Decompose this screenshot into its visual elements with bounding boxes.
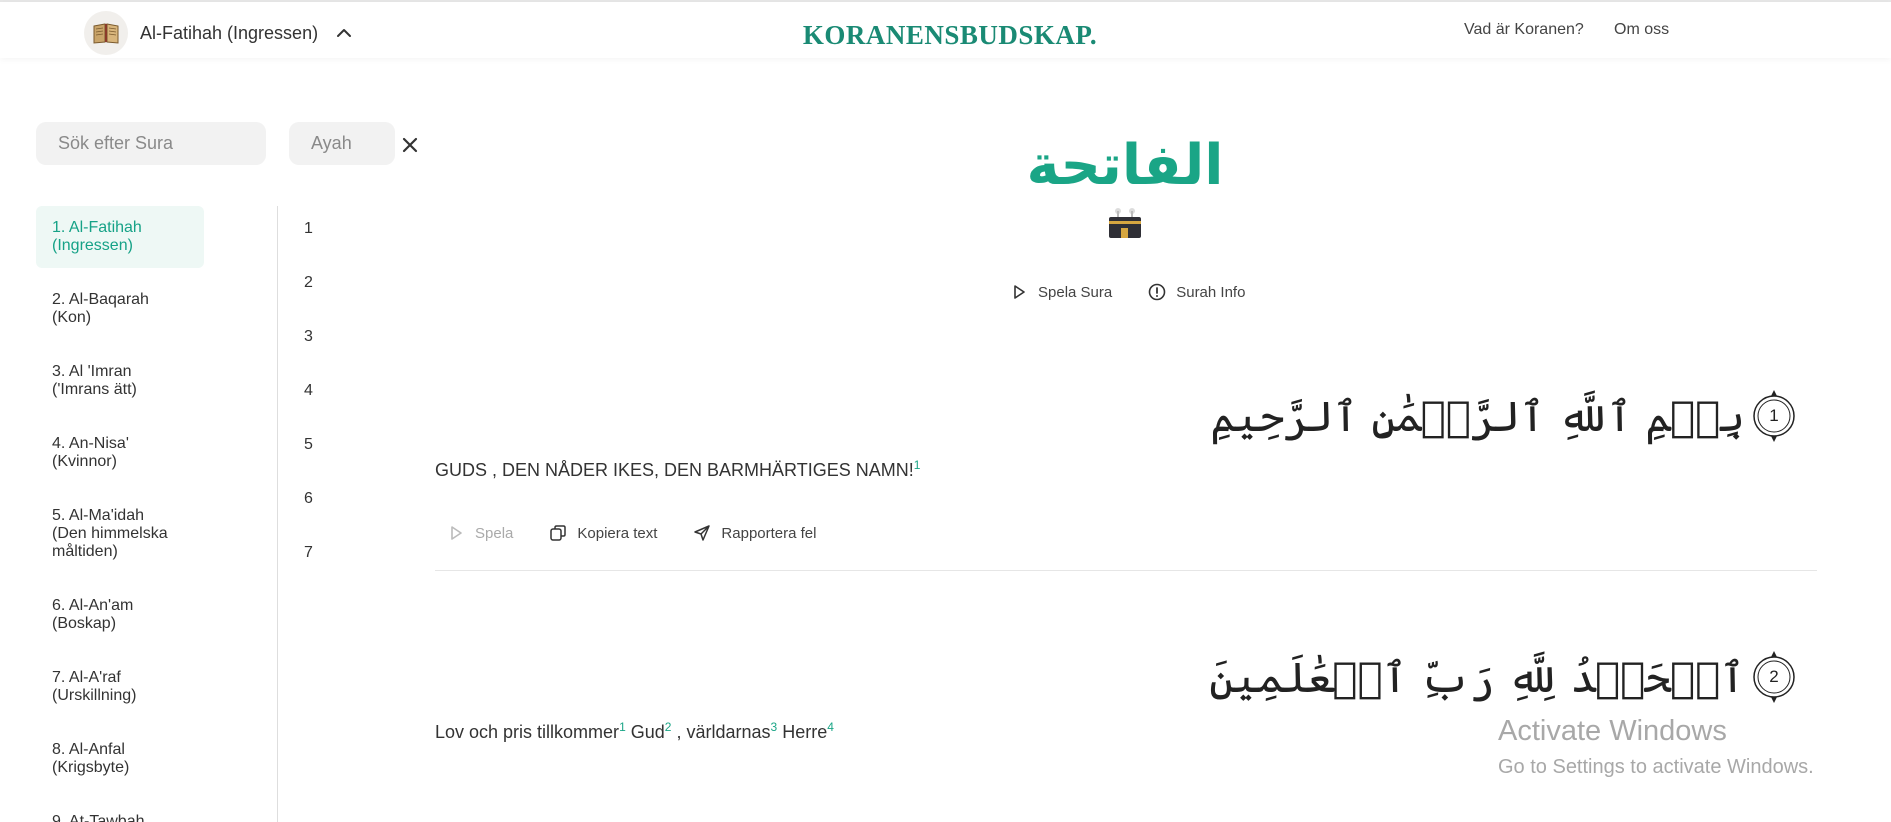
play-surah-label: Spela Sura bbox=[1038, 283, 1113, 301]
ayah-number-badge: 2 bbox=[1751, 648, 1797, 706]
ayah-badge-number: 2 bbox=[1769, 667, 1779, 686]
surah-item-subtitle: (Urskillning) bbox=[52, 687, 137, 704]
send-icon bbox=[694, 525, 711, 541]
surah-actions: Spela Sura Surah Info bbox=[1010, 283, 1245, 301]
surah-item-5[interactable]: 5. Al-Ma'idah (Den himmelska måltiden) bbox=[36, 494, 204, 574]
ayah-number-list: 1 2 3 4 5 6 7 bbox=[304, 206, 334, 584]
translation-text: , världarnas bbox=[671, 722, 771, 742]
surah-arabic-title: الفاتحة bbox=[1026, 133, 1224, 198]
verse-1-tools: Spela Kopiera text Rapportera fel bbox=[447, 524, 816, 542]
play-verse-label: Spela bbox=[475, 524, 514, 542]
surah-item-6[interactable]: 6. Al-An'am (Boskap) bbox=[36, 584, 204, 646]
footnote-link[interactable]: 1 bbox=[914, 458, 921, 472]
surah-info-button[interactable]: Surah Info bbox=[1148, 283, 1245, 301]
surah-item-title: 4. An-Nisa' bbox=[52, 435, 129, 452]
surah-item-subtitle: ('Imrans ätt) bbox=[52, 381, 137, 398]
surah-selector[interactable]: Al-Fatihah (Ingressen) bbox=[84, 10, 354, 56]
translation-text: Gud bbox=[625, 722, 665, 742]
copy-text-button[interactable]: Kopiera text bbox=[549, 524, 657, 542]
verse-2-translation: Lov och pris tillkommer1 Gud2 , världarn… bbox=[435, 720, 834, 743]
ayah-link-5[interactable]: 5 bbox=[304, 422, 334, 476]
surah-item-title: 3. Al 'Imran bbox=[52, 363, 132, 380]
book-icon bbox=[84, 11, 128, 55]
copy-icon bbox=[550, 525, 567, 541]
windows-watermark-title: Activate Windows bbox=[1498, 715, 1727, 747]
info-icon bbox=[1148, 283, 1166, 301]
translation-text: Herre bbox=[777, 722, 828, 742]
surah-item-title: 6. Al-An'am bbox=[52, 597, 134, 614]
chevron-up-icon bbox=[337, 29, 352, 37]
surah-item-title: 7. Al-A'raf bbox=[52, 669, 121, 686]
copy-text-label: Kopiera text bbox=[577, 524, 658, 542]
surah-search-input[interactable] bbox=[36, 122, 266, 165]
surah-item-subtitle: (Boskap) bbox=[52, 615, 117, 632]
translation-text: Lov och pris tillkommer bbox=[435, 722, 620, 742]
surah-item-2[interactable]: 2. Al-Baqarah (Kon) bbox=[36, 278, 204, 340]
nav-what-is-quran[interactable]: Vad är Koranen? bbox=[1464, 21, 1584, 39]
ayah-link-4[interactable]: 4 bbox=[304, 368, 334, 422]
ayah-link-3[interactable]: 3 bbox=[304, 314, 334, 368]
verse-2-arabic: 2 ٱلۡحَمۡدُ لِلَّهِ رَبِّ ٱلۡعَٰلَمِينَ bbox=[1209, 648, 1797, 706]
surah-item-4[interactable]: 4. An-Nisa' (Kvinnor) bbox=[36, 422, 204, 484]
play-verse-button[interactable]: Spela bbox=[447, 524, 513, 542]
top-header: Al-Fatihah (Ingressen) KORANENSBUDSKAP. … bbox=[0, 2, 1891, 58]
surah-item-title: 2. Al-Baqarah bbox=[52, 291, 149, 308]
verse-arabic-text: ٱلۡحَمۡدُ لِلَّهِ رَبِّ ٱلۡعَٰلَمِينَ bbox=[1209, 652, 1745, 702]
ayah-link-1[interactable]: 1 bbox=[304, 206, 334, 260]
ayah-link-6[interactable]: 6 bbox=[304, 476, 334, 530]
verse-arabic-text: بِسۡمِ ٱللَّهِ ٱلرَّحۡمَٰنِ ٱلرَّحِيمِ bbox=[1210, 391, 1745, 441]
surah-item-subtitle: (Den himmelska bbox=[52, 525, 168, 542]
play-surah-button[interactable]: Spela Sura bbox=[1010, 283, 1112, 301]
surah-item-subtitle: (Kvinnor) bbox=[52, 453, 117, 470]
surah-item-title: 9. At-Tawbah bbox=[52, 813, 145, 822]
surah-item-subtitle-2: måltiden) bbox=[52, 543, 118, 560]
ayah-badge-number: 1 bbox=[1769, 406, 1779, 425]
surah-item-9[interactable]: 9. At-Tawbah bbox=[36, 800, 204, 822]
surah-item-subtitle: (Kon) bbox=[52, 309, 92, 326]
surah-item-title: 1. Al-Fatihah bbox=[52, 219, 142, 236]
verse-1-arabic: 1 بِسۡمِ ٱللَّهِ ٱلرَّحۡمَٰنِ ٱلرَّحِيمِ bbox=[1210, 387, 1797, 445]
brand-logo[interactable]: KORANENSBUDSKAP. bbox=[800, 20, 1100, 51]
verse-1-translation: GUDS , DEN NÅDER IKES, DEN BARMHÄRTIGES … bbox=[435, 458, 920, 481]
surah-item-title: 5. Al-Ma'idah bbox=[52, 507, 144, 524]
surah-item-7[interactable]: 7. Al-A'raf (Urskillning) bbox=[36, 656, 204, 718]
surah-list: 1. Al-Fatihah (Ingressen) 2. Al-Baqarah … bbox=[36, 206, 206, 822]
play-icon bbox=[1014, 285, 1025, 299]
surah-item-subtitle: (Krigsbyte) bbox=[52, 759, 130, 776]
kaaba-icon bbox=[1109, 208, 1141, 238]
ayah-link-2[interactable]: 2 bbox=[304, 260, 334, 314]
footnote-link[interactable]: 4 bbox=[827, 720, 834, 734]
sidebar-divider bbox=[277, 206, 278, 822]
footnote-link[interactable]: 1 bbox=[619, 720, 626, 734]
surah-item-1[interactable]: 1. Al-Fatihah (Ingressen) bbox=[36, 206, 204, 268]
report-error-button[interactable]: Rapportera fel bbox=[693, 524, 816, 542]
surah-item-subtitle: (Ingressen) bbox=[52, 237, 133, 254]
ayah-link-7[interactable]: 7 bbox=[304, 530, 334, 584]
play-icon bbox=[451, 526, 462, 540]
surah-item-3[interactable]: 3. Al 'Imran ('Imrans ätt) bbox=[36, 350, 204, 412]
ayah-number-badge: 1 bbox=[1751, 387, 1797, 445]
nav-about-us[interactable]: Om oss bbox=[1614, 21, 1669, 39]
windows-watermark-subtitle: Go to Settings to activate Windows. bbox=[1498, 756, 1814, 778]
translation-text: GUDS , DEN NÅDER IKES, DEN BARMHÄRTIGES … bbox=[435, 460, 914, 480]
close-icon[interactable] bbox=[400, 135, 420, 155]
report-error-label: Rapportera fel bbox=[721, 524, 817, 542]
verse-divider bbox=[435, 570, 1817, 571]
surah-info-label: Surah Info bbox=[1176, 283, 1246, 301]
ayah-search-input[interactable] bbox=[289, 122, 395, 165]
surah-selector-label: Al-Fatihah (Ingressen) bbox=[140, 22, 319, 43]
surah-item-title: 8. Al-Anfal bbox=[52, 741, 125, 758]
surah-item-8[interactable]: 8. Al-Anfal (Krigsbyte) bbox=[36, 728, 204, 790]
